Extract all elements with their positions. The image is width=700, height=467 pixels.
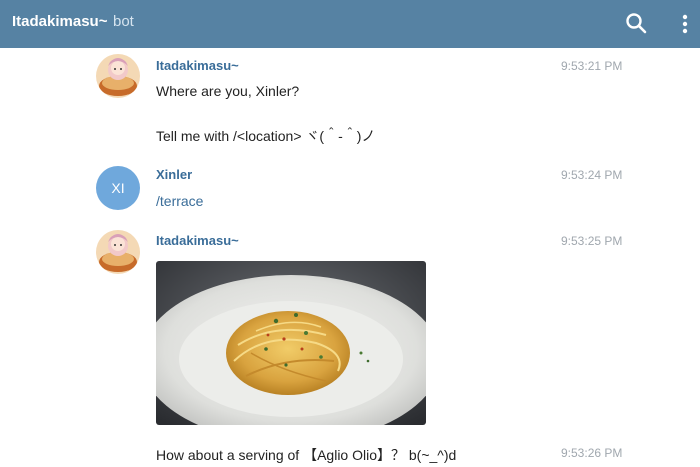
sender-name[interactable]: Xinler (156, 167, 192, 182)
sender-name[interactable]: Itadakimasu~ (156, 233, 239, 248)
chat-header: Itadakimasu~ bot (0, 0, 700, 48)
chat-subtitle: bot (113, 13, 134, 30)
message-text: Where are you, Xinler? (156, 83, 300, 99)
message-timestamp: 9:53:25 PM (561, 234, 623, 248)
message-timestamp: 9:53:21 PM (561, 59, 623, 73)
user-avatar[interactable]: XI (96, 166, 140, 210)
message-caption: How about a serving of 【Aglio Olio】？ b(~… (156, 447, 457, 463)
food-photo[interactable] (156, 261, 426, 425)
command-link[interactable]: /terrace (156, 193, 203, 209)
more-vertical-icon[interactable] (680, 12, 690, 36)
sender-name[interactable]: Itadakimasu~ (156, 58, 239, 73)
bot-avatar[interactable] (96, 54, 140, 98)
message-timestamp: 9:53:26 PM (561, 446, 623, 460)
chat-title[interactable]: Itadakimasu~ (12, 13, 107, 30)
search-icon[interactable] (624, 11, 648, 35)
message-timestamp: 9:53:24 PM (561, 168, 623, 182)
bot-avatar[interactable] (96, 230, 140, 274)
message-list[interactable]: Itadakimasu~ 9:53:21 PM Where are you, X… (0, 48, 700, 467)
message-text: Tell me with /<location> ヾ(＾-＾)ノ (156, 128, 376, 144)
